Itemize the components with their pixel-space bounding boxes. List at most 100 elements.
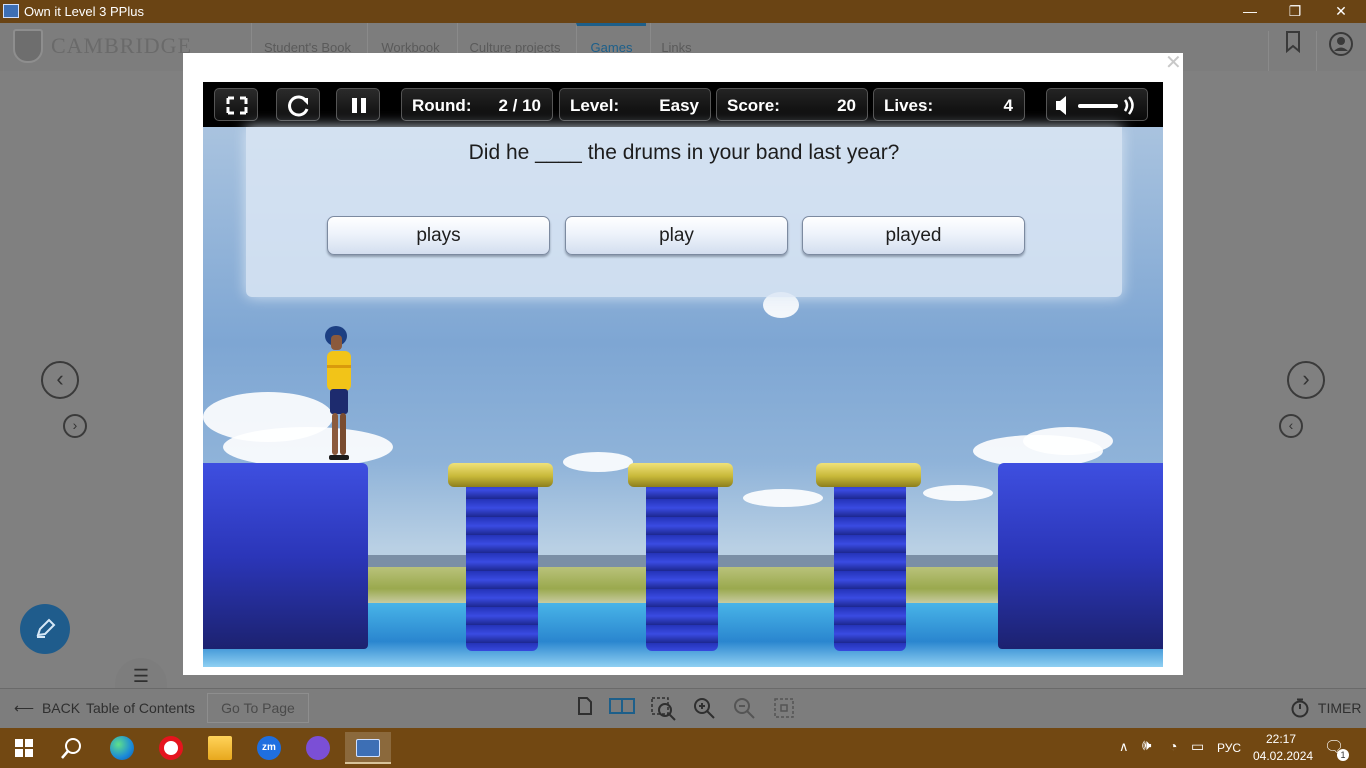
level-indicator: Level: Easy — [559, 88, 711, 121]
timer-button[interactable]: TIMER — [1290, 698, 1361, 718]
fullscreen-button[interactable] — [214, 88, 258, 121]
pillar-cap-3 — [816, 463, 921, 487]
level-value: Easy — [659, 96, 699, 115]
fit-page-icon[interactable] — [771, 697, 797, 721]
opera-icon — [159, 735, 183, 760]
windows-start-button[interactable] — [4, 732, 44, 764]
stepping-pillar-2 — [646, 481, 718, 651]
start-platform — [203, 463, 368, 649]
round-value: 2 / 10 — [498, 96, 541, 115]
language-indicator[interactable]: РУС — [1217, 741, 1241, 755]
game-toolbar: Round: 2 / 10 Level: Easy Score: 20 Live… — [203, 82, 1163, 127]
pause-icon — [352, 98, 366, 113]
tray-chevron-icon[interactable]: ∧ — [1119, 739, 1129, 755]
edge-app[interactable] — [102, 732, 142, 764]
restore-button[interactable]: ❐ — [1272, 0, 1318, 23]
pillar-cap-2 — [628, 463, 733, 487]
zoom-area-icon[interactable] — [651, 697, 677, 721]
cloud — [223, 427, 393, 467]
menu-icon[interactable]: ☰ — [115, 658, 167, 688]
stepping-pillar-1 — [466, 481, 538, 651]
minimize-button[interactable]: — — [1227, 0, 1273, 23]
speaker-icon[interactable]: 🕪 — [1142, 737, 1151, 754]
notification-count: 1 — [1337, 749, 1349, 761]
prev-page-button[interactable]: ‹ — [41, 361, 79, 399]
opera-app[interactable] — [151, 732, 191, 764]
file-explorer-app[interactable] — [200, 732, 240, 764]
edge-icon — [110, 735, 134, 760]
end-platform — [998, 463, 1163, 649]
pen-tool-button[interactable] — [20, 604, 70, 654]
viber-icon — [306, 735, 330, 760]
game-modal: ✕ Round: 2 / 10 Level: Easy Score: 20 Li… — [183, 53, 1183, 675]
window-titlebar: Own it Level 3 PPlus — ❐ ✕ — [0, 0, 1366, 23]
timer-label: TIMER — [1317, 700, 1362, 716]
pplus-icon — [356, 738, 380, 757]
app-icon — [3, 4, 19, 18]
close-window-button[interactable]: ✕ — [1318, 0, 1364, 23]
bookmark-icon[interactable] — [1268, 31, 1316, 71]
cambridge-logo: CAMBRIDGE — [51, 33, 193, 58]
cloud — [1023, 427, 1113, 455]
zoom-icon: zm — [257, 735, 281, 760]
restart-button[interactable] — [276, 88, 320, 121]
user-profile-icon[interactable] — [1316, 31, 1364, 71]
zoom-app[interactable]: zm — [249, 732, 289, 764]
volume-control[interactable] — [1046, 88, 1148, 121]
single-page-icon[interactable] — [572, 697, 598, 721]
lives-indicator: Lives: 4 — [873, 88, 1025, 121]
zoom-out-icon[interactable] — [731, 697, 757, 721]
modal-close-icon[interactable]: ✕ — [1165, 53, 1182, 73]
windows-taskbar: zm ∧ 🕪 ◔ ▭ РУС 22:17 04.02.2024 🗨 1 — [0, 728, 1366, 768]
back-label: BACK — [41, 700, 81, 716]
stepping-pillar-3 — [834, 481, 906, 651]
lives-value: 4 — [1003, 96, 1013, 115]
lives-label: Lives: — [884, 96, 934, 115]
search-icon — [61, 738, 81, 759]
level-label: Level: — [570, 96, 620, 115]
pause-button[interactable] — [336, 88, 380, 121]
score-label: Score: — [727, 96, 780, 115]
cloud — [743, 489, 823, 507]
round-label: Round: — [412, 96, 472, 115]
folder-icon — [208, 735, 232, 760]
cloud — [563, 452, 633, 472]
question-panel: Did he ____ the drums in your band last … — [246, 127, 1122, 297]
fullscreen-icon — [226, 96, 248, 115]
player-character — [325, 326, 351, 460]
double-page-icon[interactable] — [607, 697, 637, 721]
table-of-contents-link[interactable]: Table of Contents — [86, 700, 195, 716]
next-spread-small-button[interactable]: › — [63, 414, 87, 438]
next-page-button[interactable]: › — [1287, 361, 1325, 399]
back-button[interactable]: ⟵ BACK — [14, 700, 80, 717]
pillar-cap-1 — [448, 463, 553, 487]
cloud — [923, 485, 993, 501]
battery-icon[interactable]: ▭ — [1191, 738, 1204, 755]
clock-time[interactable]: 22:17 — [1266, 732, 1296, 746]
restart-icon — [288, 95, 309, 117]
score-value: 20 — [837, 96, 856, 115]
prev-spread-small-button[interactable]: ‹ — [1279, 414, 1303, 438]
network-icon[interactable]: ◔ — [1169, 738, 1177, 754]
viber-app[interactable] — [298, 732, 338, 764]
game-area: Round: 2 / 10 Level: Easy Score: 20 Live… — [203, 82, 1163, 667]
back-arrow-icon: ⟵ — [14, 700, 35, 716]
answer-button-played[interactable]: played — [802, 216, 1025, 255]
game-scene: Did he ____ the drums in your band last … — [203, 127, 1163, 667]
answer-button-plays[interactable]: plays — [327, 216, 550, 255]
answer-button-play[interactable]: play — [565, 216, 788, 255]
app-footer: ⟵ BACK Table of Contents Go To Page TIME… — [0, 688, 1366, 728]
go-to-page-input[interactable]: Go To Page — [207, 693, 309, 723]
zoom-in-icon[interactable] — [691, 697, 717, 721]
windows-logo-icon — [15, 739, 33, 757]
question-text: Did he ____ the drums in your band last … — [468, 141, 900, 164]
cambridge-shield-icon — [13, 29, 43, 63]
pplus-app[interactable] — [345, 732, 391, 764]
window-title: Own it Level 3 PPlus — [24, 4, 144, 19]
stopwatch-icon — [1291, 698, 1309, 718]
volume-icon — [1056, 96, 1134, 115]
score-indicator: Score: 20 — [716, 88, 868, 121]
clock-date[interactable]: 04.02.2024 — [1253, 749, 1313, 763]
round-counter: Round: 2 / 10 — [401, 88, 553, 121]
search-button[interactable] — [52, 732, 92, 764]
